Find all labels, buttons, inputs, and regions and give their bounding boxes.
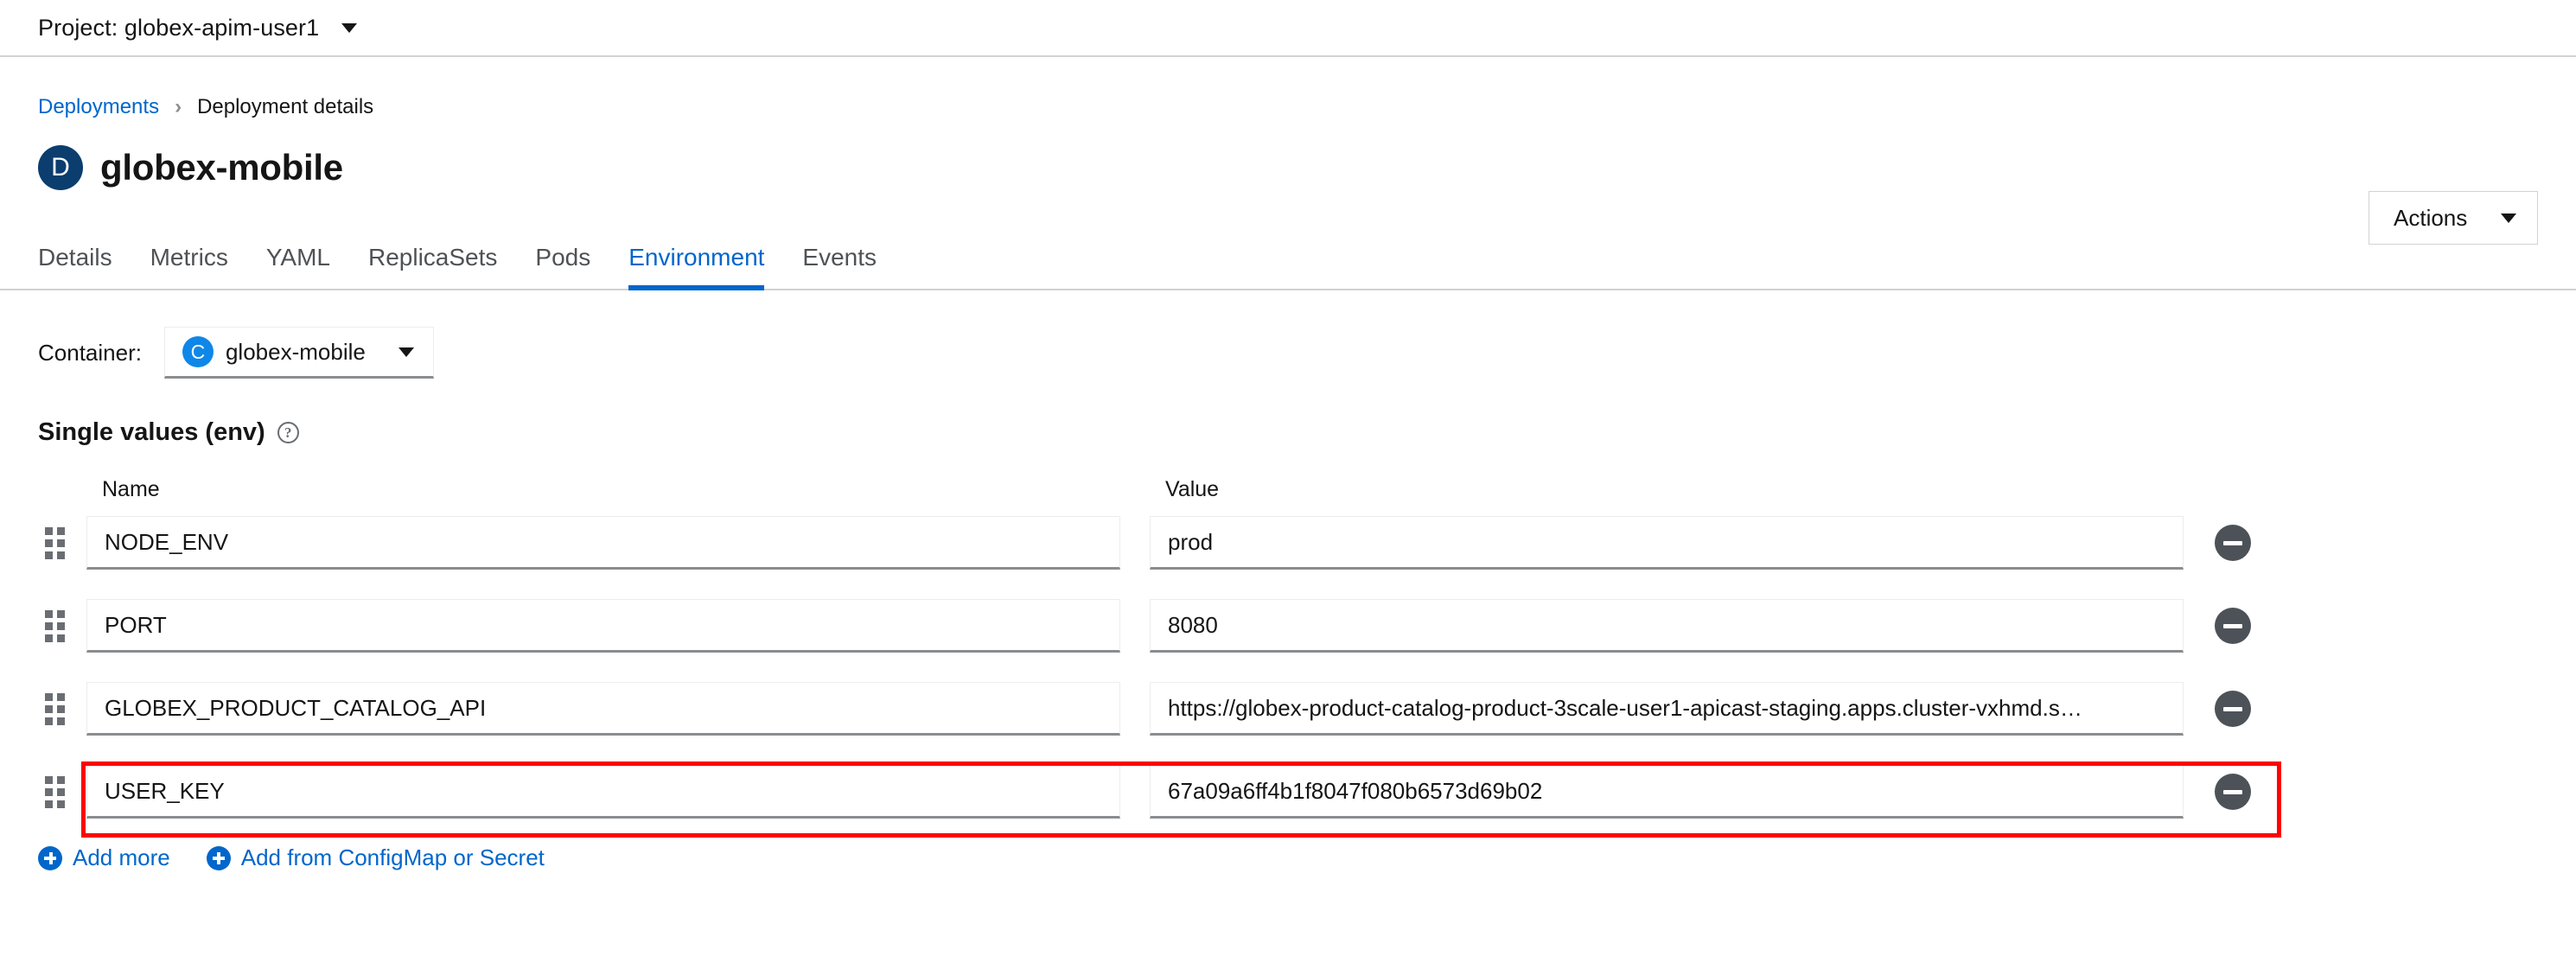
container-label: Container: (38, 339, 142, 366)
section-title: Single values (env) (38, 418, 265, 446)
drag-grip-icon[interactable] (38, 758, 86, 825)
project-selector-label[interactable]: Project: globex-apim-user1 (38, 15, 319, 41)
column-header-value: Value (1165, 476, 1220, 501)
env-table-header: Name Value (38, 469, 2538, 509)
minus-circle-icon[interactable] (2215, 691, 2251, 727)
section-title-row: Single values (env) ? (38, 418, 2538, 447)
tab-details[interactable]: Details (38, 244, 131, 289)
environment-panel: Container: C globex-mobile Single values… (0, 327, 2576, 838)
add-links-row: Add more Add from ConfigMap or Secret (0, 844, 2576, 871)
tab-replicasets[interactable]: ReplicaSets (349, 244, 516, 289)
tab-metrics[interactable]: Metrics (131, 244, 247, 289)
page-header: Deployments › Deployment details D globe… (0, 57, 2576, 245)
env-value-input[interactable]: 8080 (1150, 599, 2184, 653)
drag-grip-icon[interactable] (38, 509, 86, 577)
plus-circle-icon (38, 845, 62, 870)
deployment-badge-icon: D (38, 145, 83, 190)
chevron-down-icon (2501, 213, 2516, 223)
env-name-input[interactable]: USER_KEY (86, 765, 1120, 819)
tab-events[interactable]: Events (783, 244, 896, 289)
page-title: globex-mobile (100, 147, 343, 188)
table-row: USER_KEY 67a09a6ff4b1f8047f080b6573d69b0… (38, 758, 2538, 825)
drag-grip-icon[interactable] (38, 675, 86, 742)
breadcrumb-current: Deployment details (197, 95, 374, 118)
env-value-input[interactable]: 67a09a6ff4b1f8047f080b6573d69b02 (1150, 765, 2184, 819)
chevron-down-icon[interactable] (341, 22, 358, 33)
minus-circle-icon[interactable] (2215, 525, 2251, 561)
actions-button-label: Actions (2394, 204, 2468, 231)
column-header-name: Name (102, 476, 160, 501)
minus-circle-icon[interactable] (2215, 774, 2251, 810)
actions-button[interactable]: Actions (2369, 191, 2538, 245)
tab-pods[interactable]: Pods (516, 244, 609, 289)
container-badge-icon: C (182, 336, 214, 367)
env-value-input[interactable]: prod (1150, 516, 2184, 570)
env-vars-table: Name Value NODE_ENV prod PORT 8080 GLOBE… (38, 469, 2538, 838)
breadcrumb: Deployments › Deployment details (38, 57, 2538, 119)
env-name-input[interactable]: NODE_ENV (86, 516, 1120, 570)
plus-circle-icon (206, 845, 231, 870)
breadcrumb-link-deployments[interactable]: Deployments (38, 95, 159, 119)
add-from-configmap-label: Add from ConfigMap or Secret (240, 844, 545, 870)
tab-bar: Details Metrics YAML ReplicaSets Pods En… (0, 225, 2576, 290)
container-select[interactable]: C globex-mobile (163, 327, 434, 379)
add-more-label: Add more (73, 844, 170, 870)
add-more-link[interactable]: Add more (38, 844, 170, 871)
table-row: PORT 8080 (38, 592, 2538, 660)
drag-grip-icon[interactable] (38, 592, 86, 660)
env-name-input[interactable]: GLOBEX_PRODUCT_CATALOG_API (86, 682, 1120, 736)
container-selected-value: globex-mobile (225, 338, 366, 365)
project-bar: Project: globex-apim-user1 (0, 0, 2576, 57)
chevron-down-icon (398, 347, 414, 357)
env-value-input[interactable]: https://globex-product-catalog-product-3… (1150, 682, 2184, 736)
help-circle-icon[interactable]: ? (277, 422, 299, 443)
add-from-configmap-or-secret-link[interactable]: Add from ConfigMap or Secret (206, 844, 545, 871)
tab-yaml[interactable]: YAML (247, 244, 349, 289)
resource-title-row: D globex-mobile (38, 142, 2538, 194)
minus-circle-icon[interactable] (2215, 608, 2251, 644)
breadcrumb-separator-icon: › (175, 95, 182, 118)
container-row: Container: C globex-mobile (38, 327, 2538, 379)
table-row: GLOBEX_PRODUCT_CATALOG_API https://globe… (38, 675, 2538, 742)
table-row: NODE_ENV prod (38, 509, 2538, 577)
tab-environment[interactable]: Environment (609, 244, 783, 290)
env-name-input[interactable]: PORT (86, 599, 1120, 653)
